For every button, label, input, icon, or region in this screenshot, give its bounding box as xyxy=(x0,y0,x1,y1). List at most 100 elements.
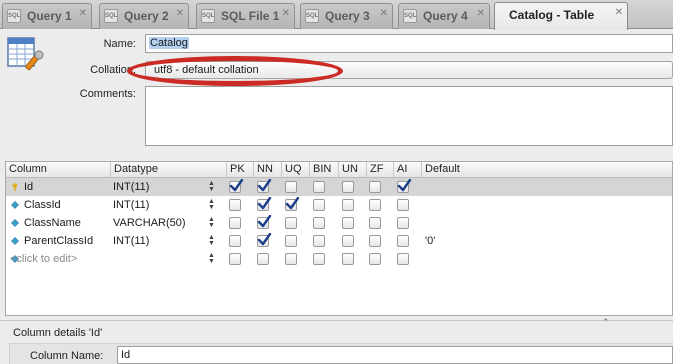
datatype-stepper-icon[interactable]: ▲ ▼ xyxy=(208,198,215,211)
tab-query-2[interactable]: SQL Query 2 ✕ xyxy=(99,3,189,29)
default-cell[interactable]: '0' xyxy=(425,232,435,250)
column-diamond-icon xyxy=(11,219,19,227)
checkmark-icon xyxy=(257,179,272,192)
resize-handle[interactable]: ⌃ xyxy=(602,317,610,328)
pk-checkbox[interactable] xyxy=(229,235,241,247)
column-name-field[interactable]: Id xyxy=(117,346,673,364)
close-icon[interactable]: ✕ xyxy=(615,7,623,18)
close-icon[interactable]: ✕ xyxy=(176,8,184,19)
header-nn[interactable]: NN xyxy=(253,162,281,178)
header-pk[interactable]: PK xyxy=(226,162,253,178)
uq-checkbox[interactable] xyxy=(285,181,297,193)
pk-checkbox[interactable] xyxy=(229,179,244,193)
collation-label: Collation: xyxy=(90,64,136,76)
tab-label: Query 4 xyxy=(423,9,468,23)
ai-checkbox[interactable] xyxy=(397,217,409,229)
un-checkbox[interactable] xyxy=(342,181,354,193)
column-name-label: Column Name: xyxy=(30,350,104,362)
nn-checkbox[interactable] xyxy=(257,253,269,265)
column-name-cell[interactable]: Id xyxy=(24,178,33,196)
tab-label: Catalog - Table xyxy=(509,8,595,22)
datatype-stepper-icon[interactable]: ▲ ▼ xyxy=(208,252,215,265)
table-name-value: Catalog xyxy=(149,37,189,49)
datatype-cell[interactable]: INT(11) xyxy=(113,196,149,214)
sql-file-icon: SQL xyxy=(7,9,21,23)
column-name-cell[interactable]: ParentClassId xyxy=(24,232,93,250)
checkmark-icon xyxy=(397,179,412,192)
table-row[interactable]: ClassId INT(11) ▲ ▼ xyxy=(6,196,672,214)
header-un[interactable]: UN xyxy=(338,162,366,178)
tab-query-3[interactable]: SQL Query 3 ✕ xyxy=(300,3,393,29)
bin-checkbox[interactable] xyxy=(313,181,325,193)
un-checkbox[interactable] xyxy=(342,199,354,211)
tab-sql-file-1[interactable]: SQL SQL File 1 ✕ xyxy=(196,3,295,29)
un-checkbox[interactable] xyxy=(342,253,354,265)
table-name-field[interactable]: Catalog xyxy=(145,34,673,53)
nn-checkbox[interactable] xyxy=(257,215,272,229)
bin-checkbox[interactable] xyxy=(313,217,325,229)
nn-checkbox[interactable] xyxy=(257,179,272,193)
nn-checkbox[interactable] xyxy=(257,197,272,211)
ai-checkbox[interactable] xyxy=(397,199,409,211)
datatype-cell[interactable]: INT(11) xyxy=(113,232,149,250)
sql-file-icon: SQL xyxy=(305,9,319,23)
zf-checkbox[interactable] xyxy=(369,181,381,193)
pk-checkbox[interactable] xyxy=(229,217,241,229)
close-icon[interactable]: ✕ xyxy=(282,8,290,19)
ai-checkbox[interactable] xyxy=(397,235,409,247)
ai-checkbox[interactable] xyxy=(397,253,409,265)
bin-checkbox[interactable] xyxy=(313,199,325,211)
bin-checkbox[interactable] xyxy=(313,235,325,247)
header-zf[interactable]: ZF xyxy=(366,162,393,178)
uq-checkbox[interactable] xyxy=(285,235,297,247)
table-row[interactable]: ClassName VARCHAR(50) ▲ ▼ xyxy=(6,214,672,232)
datatype-stepper-icon[interactable]: ▲ ▼ xyxy=(208,180,215,193)
zf-checkbox[interactable] xyxy=(369,235,381,247)
datatype-cell[interactable]: VARCHAR(50) xyxy=(113,214,186,232)
zf-checkbox[interactable] xyxy=(369,217,381,229)
sql-file-icon: SQL xyxy=(201,9,215,23)
checkmark-icon xyxy=(257,197,272,210)
close-icon[interactable]: ✕ xyxy=(380,8,388,19)
datatype-cell[interactable]: INT(11) xyxy=(113,178,149,196)
close-icon[interactable]: ✕ xyxy=(477,8,485,19)
tab-catalog-table[interactable]: Catalog - Table ✕ xyxy=(494,2,628,30)
zf-checkbox[interactable] xyxy=(369,199,381,211)
tab-label: SQL File 1 xyxy=(221,9,280,23)
uq-checkbox[interactable] xyxy=(285,253,297,265)
column-diamond-icon xyxy=(11,237,19,245)
ai-checkbox[interactable] xyxy=(397,179,412,193)
un-checkbox[interactable] xyxy=(342,235,354,247)
grid-header: Column Datatype PK NN UQ BIN UN ZF AI De… xyxy=(6,162,672,178)
header-uq[interactable]: UQ xyxy=(281,162,309,178)
comments-textarea[interactable] xyxy=(145,86,673,146)
column-name-cell[interactable]: ClassId xyxy=(24,196,61,214)
table-row[interactable]: <click to edit> ▲ ▼ xyxy=(6,250,672,268)
uq-checkbox[interactable] xyxy=(285,197,300,211)
table-edit-icon xyxy=(7,37,44,71)
un-checkbox[interactable] xyxy=(342,217,354,229)
table-row[interactable]: Id INT(11) ▲ ▼ xyxy=(6,178,672,196)
nn-checkbox[interactable] xyxy=(257,233,272,247)
pk-checkbox[interactable] xyxy=(229,199,241,211)
header-datatype[interactable]: Datatype xyxy=(110,162,226,178)
column-name-cell[interactable]: <click to edit> xyxy=(10,250,77,268)
bin-checkbox[interactable] xyxy=(313,253,325,265)
zf-checkbox[interactable] xyxy=(369,253,381,265)
header-ai[interactable]: AI xyxy=(393,162,421,178)
sql-file-icon: SQL xyxy=(104,9,118,23)
tab-query-1[interactable]: SQL Query 1 ✕ xyxy=(2,3,92,29)
table-row[interactable]: ParentClassId INT(11) ▲ ▼ '0' xyxy=(6,232,672,250)
header-default[interactable]: Default xyxy=(421,162,673,178)
pk-checkbox[interactable] xyxy=(229,253,241,265)
uq-checkbox[interactable] xyxy=(285,217,297,229)
tab-query-4[interactable]: SQL Query 4 ✕ xyxy=(398,3,490,29)
datatype-stepper-icon[interactable]: ▲ ▼ xyxy=(208,216,215,229)
header-bin[interactable]: BIN xyxy=(309,162,338,178)
header-column[interactable]: Column xyxy=(6,162,111,178)
details-divider xyxy=(0,320,673,321)
close-icon[interactable]: ✕ xyxy=(79,8,87,19)
datatype-stepper-icon[interactable]: ▲ ▼ xyxy=(208,234,215,247)
columns-grid: Column Datatype PK NN UQ BIN UN ZF AI De… xyxy=(5,161,673,316)
column-name-cell[interactable]: ClassName xyxy=(24,214,81,232)
